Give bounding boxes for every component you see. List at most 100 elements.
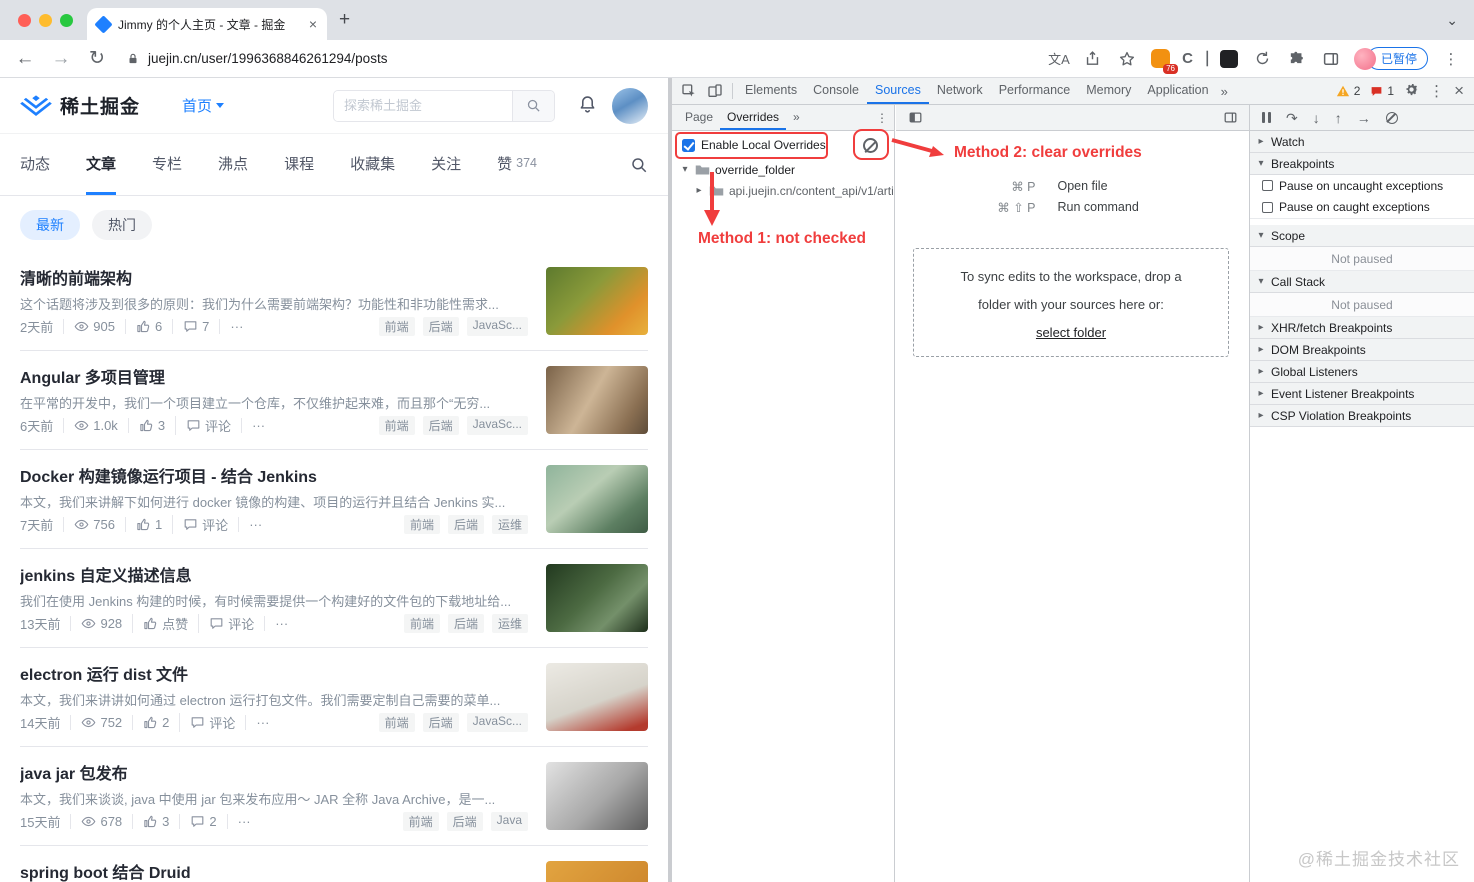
tab-wenzhang[interactable]: 文章 bbox=[86, 134, 117, 195]
tab-shoucangji[interactable]: 收藏集 bbox=[350, 134, 395, 195]
article-comments[interactable]: 2 bbox=[179, 814, 217, 829]
zoom-window-button[interactable] bbox=[60, 13, 73, 27]
more-icon[interactable]: ··· bbox=[226, 814, 251, 829]
tag[interactable]: 后端 bbox=[422, 713, 459, 732]
section-xhr-breakpoints[interactable]: ▸ XHR/fetch Breakpoints bbox=[1250, 317, 1474, 339]
section-global-listeners[interactable]: ▸ Global Listeners bbox=[1250, 361, 1474, 383]
article-item[interactable]: jenkins 自定义描述信息 我们在使用 Jenkins 构建的时候，有时候需… bbox=[20, 549, 648, 648]
article-item[interactable]: java jar 包发布 本文，我们来谈谈, java 中使用 jar 包来发布… bbox=[20, 747, 648, 846]
tag[interactable]: 后端 bbox=[447, 614, 484, 633]
inspect-element-icon[interactable] bbox=[676, 78, 702, 104]
extensions-puzzle-icon[interactable] bbox=[1286, 48, 1308, 70]
more-tabs-icon[interactable]: » bbox=[1217, 78, 1232, 104]
tag[interactable]: JavaSc... bbox=[466, 317, 528, 336]
devtools-menu-kebab-icon[interactable]: ⋮ bbox=[1429, 82, 1444, 100]
toggle-debugger-sidebar-icon[interactable] bbox=[1217, 110, 1243, 125]
article-comments[interactable]: 评论 bbox=[198, 614, 254, 633]
minimize-window-button[interactable] bbox=[39, 13, 52, 27]
section-csp-violation-breakpoints[interactable]: ▸ CSP Violation Breakpoints bbox=[1250, 405, 1474, 427]
more-icon[interactable]: ··· bbox=[241, 418, 265, 433]
section-event-listener-breakpoints[interactable]: ▸ Event Listener Breakpoints bbox=[1250, 383, 1474, 405]
nav-home[interactable]: 首页 bbox=[182, 95, 225, 116]
collapsed-triangle-icon[interactable]: ▸ bbox=[694, 185, 704, 196]
more-icon[interactable]: ··· bbox=[245, 715, 269, 730]
issues-indicator[interactable]: 1 bbox=[1370, 84, 1394, 98]
search-button[interactable] bbox=[512, 90, 554, 121]
extension-dark-icon[interactable] bbox=[1218, 48, 1240, 70]
step-icon[interactable]: → bbox=[1357, 111, 1371, 125]
article-title[interactable]: 清晰的前端架构 bbox=[20, 265, 528, 289]
article-item[interactable]: 清晰的前端架构 这个话题将涉及到很多的原则：我们为什么需要前端架构？功能性和非功… bbox=[20, 252, 648, 351]
section-breakpoints[interactable]: ▾ Breakpoints bbox=[1250, 153, 1474, 175]
article-likes[interactable]: 6 bbox=[124, 319, 162, 334]
tag[interactable]: 前端 bbox=[378, 317, 415, 336]
toggle-navigator-icon[interactable] bbox=[902, 110, 928, 125]
juejin-logo[interactable]: 稀土掘金 bbox=[20, 92, 140, 119]
tag[interactable]: 前端 bbox=[402, 812, 439, 831]
tag[interactable]: 运维 bbox=[491, 515, 528, 534]
tree-item-api-domain[interactable]: ▸ api.juejin.cn/content_api/v1/artic bbox=[672, 180, 894, 201]
tab-elements[interactable]: Elements bbox=[737, 78, 805, 104]
tag[interactable]: 后端 bbox=[446, 812, 483, 831]
address-bar[interactable]: juejin.cn/user/1996368846261294/posts bbox=[126, 51, 1038, 66]
browser-menu-kebab-icon[interactable]: ⋮ bbox=[1440, 48, 1462, 70]
device-toolbar-icon[interactable] bbox=[702, 78, 728, 104]
forward-button[interactable]: → bbox=[48, 48, 74, 70]
extension-adblock-icon[interactable]: 76 bbox=[1150, 48, 1178, 74]
step-into-icon[interactable]: ↓ bbox=[1313, 111, 1320, 125]
share-icon[interactable] bbox=[1082, 48, 1104, 70]
tag[interactable]: 前端 bbox=[403, 515, 440, 534]
tab-console[interactable]: Console bbox=[805, 78, 867, 104]
tag[interactable]: 后端 bbox=[422, 317, 459, 336]
article-item[interactable]: Docker 构建镜像运行项目 - 结合 Jenkins 本文，我们来讲解下如何… bbox=[20, 450, 648, 549]
tab-dongtai[interactable]: 动态 bbox=[20, 134, 50, 195]
tag[interactable]: Java bbox=[490, 812, 528, 831]
navigator-tab-page[interactable]: Page bbox=[678, 105, 720, 130]
tab-guanzhu[interactable]: 关注 bbox=[431, 134, 461, 195]
article-comments[interactable]: 评论 bbox=[179, 713, 235, 732]
tab-zan[interactable]: 赞 374 bbox=[497, 134, 537, 195]
expand-triangle-icon[interactable]: ▾ bbox=[680, 164, 690, 175]
deactivate-breakpoints-icon[interactable] bbox=[1385, 111, 1398, 124]
pause-uncaught-checkbox[interactable] bbox=[1262, 180, 1273, 191]
extension-c-icon[interactable]: C⎹ bbox=[1182, 48, 1208, 70]
settings-gear-icon[interactable] bbox=[1404, 82, 1419, 101]
article-title[interactable]: electron 运行 dist 文件 bbox=[20, 661, 528, 685]
step-over-icon[interactable]: ↷ bbox=[1286, 111, 1298, 125]
section-call-stack[interactable]: ▾ Call Stack bbox=[1250, 271, 1474, 293]
clear-overrides-icon[interactable] bbox=[863, 138, 878, 153]
enable-overrides-checkbox[interactable] bbox=[682, 138, 695, 152]
tree-item-override-folder[interactable]: ▾ override_folder bbox=[672, 159, 894, 180]
back-button[interactable]: ← bbox=[12, 48, 38, 70]
filter-hot[interactable]: 热门 bbox=[92, 210, 152, 240]
tag[interactable]: 后端 bbox=[447, 515, 484, 534]
article-likes[interactable]: 3 bbox=[132, 814, 169, 829]
site-search-box[interactable] bbox=[333, 89, 555, 122]
article-title[interactable]: Docker 构建镜像运行项目 - 结合 Jenkins bbox=[20, 463, 528, 487]
tab-memory[interactable]: Memory bbox=[1078, 78, 1139, 104]
tab-search-chevron-icon[interactable]: ⌄ bbox=[1446, 12, 1458, 29]
article-comments[interactable]: 评论 bbox=[175, 416, 231, 435]
section-dom-breakpoints[interactable]: ▸ DOM Breakpoints bbox=[1250, 339, 1474, 361]
tab-sources[interactable]: Sources bbox=[866, 78, 929, 104]
bookmark-star-icon[interactable] bbox=[1116, 48, 1138, 70]
tag[interactable]: 后端 bbox=[422, 416, 459, 435]
section-watch[interactable]: ▸ Watch bbox=[1250, 131, 1474, 153]
close-tab-icon[interactable]: × bbox=[309, 16, 317, 32]
tag[interactable]: 前端 bbox=[403, 614, 440, 633]
article-likes[interactable]: 2 bbox=[132, 715, 169, 730]
section-scope[interactable]: ▾ Scope bbox=[1250, 225, 1474, 247]
more-icon[interactable]: ··· bbox=[219, 319, 243, 334]
article-title[interactable]: Angular 多项目管理 bbox=[20, 364, 528, 388]
select-folder-link[interactable]: select folder bbox=[1036, 325, 1106, 340]
tab-feidian[interactable]: 沸点 bbox=[218, 134, 248, 195]
more-icon[interactable]: ··· bbox=[264, 616, 288, 631]
article-likes[interactable]: 1 bbox=[124, 517, 162, 532]
tag[interactable]: 前端 bbox=[378, 416, 415, 435]
article-title[interactable]: jenkins 自定义描述信息 bbox=[20, 562, 528, 586]
article-comments[interactable]: 评论 bbox=[172, 515, 228, 534]
close-window-button[interactable] bbox=[18, 13, 31, 27]
tab-application[interactable]: Application bbox=[1139, 78, 1216, 104]
tag[interactable]: JavaSc... bbox=[466, 713, 528, 732]
user-avatar[interactable] bbox=[612, 87, 648, 124]
